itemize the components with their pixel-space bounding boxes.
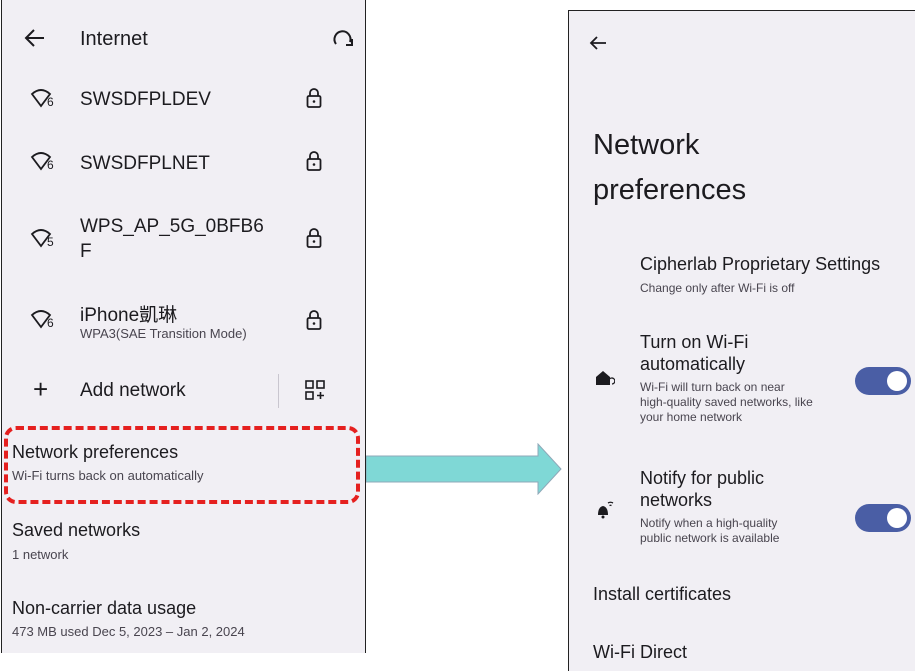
wifi-direct-item[interactable]: Wi-Fi Direct: [569, 639, 915, 671]
highlight-box: [4, 426, 360, 504]
toggle-knob: [887, 371, 907, 391]
wifi-6-badge: 6: [47, 316, 54, 330]
install-certificates-item[interactable]: Install certificates: [569, 581, 915, 621]
wifi-5-badge: 5: [47, 235, 54, 249]
turn-on-wifi-toggle[interactable]: [855, 367, 911, 395]
saved-networks-item[interactable]: Saved networks 1 network: [2, 518, 365, 574]
toggle-knob: [887, 508, 907, 528]
add-network-label: Add network: [80, 380, 186, 401]
network-preferences-screen: Network preferences Cipherlab Proprietar…: [568, 10, 915, 671]
lock-icon: [306, 310, 322, 330]
back-arrow-icon[interactable]: [24, 28, 46, 48]
page-title: Network: [593, 129, 700, 161]
lock-icon: [306, 88, 322, 108]
notify-public-toggle[interactable]: [855, 504, 911, 532]
lock-icon: [306, 228, 322, 248]
item-title: Turn on Wi-Fi: [640, 332, 749, 352]
notification-wifi-icon: [598, 501, 614, 519]
item-subtitle: 473 MB used Dec 5, 2023 – Jan 2, 2024: [12, 624, 245, 639]
item-title: Saved networks: [12, 520, 141, 540]
item-subtitle: Wi-Fi will turn back on near: [640, 380, 785, 394]
qr-scan-icon[interactable]: [305, 380, 325, 400]
arrow-right-icon: [366, 443, 562, 495]
page-title: Internet: [80, 28, 148, 50]
item-title-cont: automatically: [640, 354, 746, 374]
item-subtitle: your home network: [640, 410, 743, 424]
wifi-6-badge: 6: [47, 95, 54, 109]
network-item[interactable]: 6 SWSDFPLNET: [2, 141, 365, 185]
item-title: Notify for public: [640, 468, 765, 488]
item-subtitle: Change only after Wi-Fi is off: [640, 281, 795, 295]
turn-on-wifi-auto-item[interactable]: Turn on Wi-Fi automatically Wi-Fi will t…: [569, 329, 915, 439]
refresh-icon[interactable]: [332, 28, 356, 50]
item-title: Cipherlab Proprietary Settings: [640, 254, 881, 274]
lock-icon: [306, 151, 322, 171]
network-ssid: SWSDFPLDEV: [80, 89, 211, 110]
item-subtitle: Notify when a high-quality: [640, 516, 778, 530]
back-arrow-icon[interactable]: [589, 35, 607, 51]
wifi-6-badge: 6: [47, 158, 54, 172]
item-title: Install certificates: [593, 584, 732, 604]
plus-icon: +: [33, 374, 49, 404]
divider: [278, 374, 279, 408]
internet-screen: Internet 6 SWSDFPLDEV 6 SWSDFPLNET 5 WPS…: [1, 0, 366, 653]
network-item[interactable]: 6 iPhone凱琳 WPA3(SAE Transition Mode): [2, 292, 365, 352]
item-subtitle: high-quality saved networks, like: [640, 395, 813, 409]
item-subtitle: 1 network: [12, 547, 69, 562]
cipherlab-settings-item[interactable]: Cipherlab Proprietary Settings Change on…: [569, 251, 915, 303]
add-network-button[interactable]: + Add network: [2, 370, 272, 414]
home-wifi-icon: [596, 371, 615, 385]
item-title-cont: networks: [640, 490, 713, 510]
network-item[interactable]: 6 SWSDFPLDEV: [2, 78, 365, 122]
page-title-cont: preferences: [593, 174, 747, 206]
notify-public-networks-item[interactable]: Notify for public networks Notify when a…: [569, 466, 915, 566]
network-security: WPA3(SAE Transition Mode): [80, 326, 247, 341]
network-item[interactable]: 5 WPS_AP_5G_0BFB6 F: [2, 208, 365, 272]
network-ssid: WPS_AP_5G_0BFB6: [80, 216, 264, 237]
network-ssid: iPhone凱琳: [80, 305, 178, 326]
item-subtitle: public network is available: [640, 531, 780, 545]
network-ssid: SWSDFPLNET: [80, 153, 210, 174]
item-title: Non-carrier data usage: [12, 598, 197, 618]
non-carrier-data-usage-item[interactable]: Non-carrier data usage 473 MB used Dec 5…: [2, 596, 365, 652]
network-ssid-cont: F: [80, 241, 92, 262]
